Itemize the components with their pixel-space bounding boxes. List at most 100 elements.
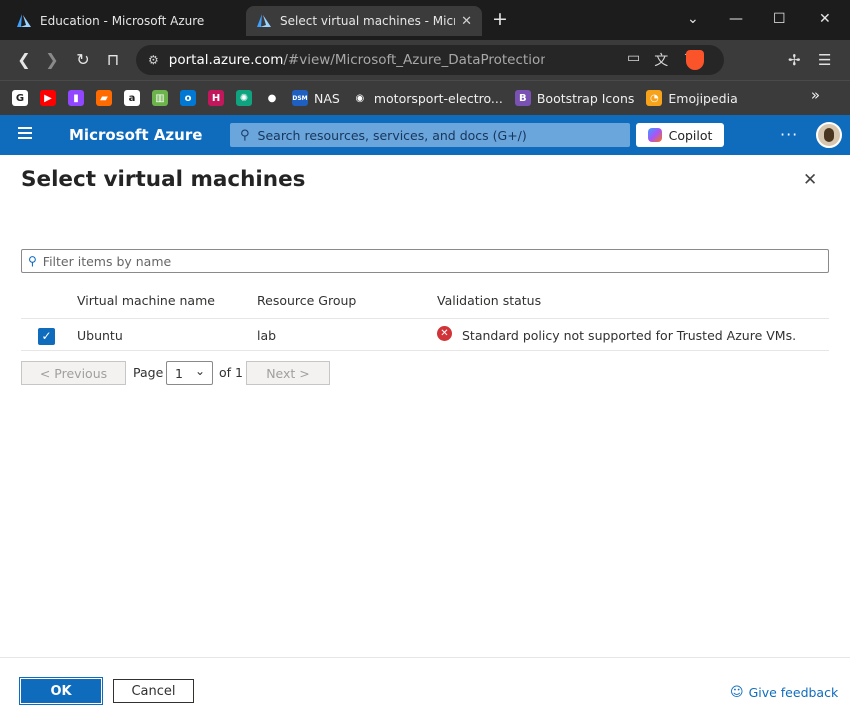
chevron-down-icon[interactable]: ⌄ — [687, 10, 699, 28]
site-info-icon[interactable]: ⚙ — [148, 53, 159, 67]
column-header-resource-group[interactable]: Resource Group — [257, 293, 356, 308]
validation-status-cell: Standard policy not supported for Truste… — [462, 328, 797, 343]
google-icon: G — [12, 90, 28, 106]
bookmark-item[interactable]: ◉ motorsport-electro... — [351, 90, 503, 106]
bookmark-label: NAS — [314, 90, 340, 106]
bookmark-item[interactable]: B Bootstrap Icons — [514, 90, 635, 106]
page-value: 1 — [175, 365, 183, 381]
azure-logo-icon — [257, 14, 271, 27]
bookmark-item[interactable]: a — [124, 90, 140, 106]
minimize-button[interactable]: — — [729, 10, 743, 28]
bookmark-item[interactable]: ● — [264, 90, 280, 106]
copilot-button[interactable]: Copilot — [636, 123, 724, 147]
error-icon: ✕ — [437, 326, 452, 341]
filter-placeholder: Filter items by name — [42, 253, 172, 269]
bookmark-label: motorsport-electro... — [373, 90, 503, 106]
tab-education[interactable]: Education - Microsoft Azure — [6, 6, 242, 36]
cast-icon[interactable]: ▭ — [627, 50, 640, 70]
more-options-icon[interactable]: ··· — [780, 125, 798, 144]
url-host: portal.azure.com — [168, 52, 284, 68]
bookmark-item[interactable]: o — [180, 90, 196, 106]
twitch-icon: ▮ — [68, 90, 84, 106]
extensions-icon[interactable]: ✢ — [788, 51, 801, 69]
page-select[interactable]: 1 ⌄ — [166, 361, 213, 385]
bookmark-item[interactable]: ✺ — [236, 90, 252, 106]
close-window-button[interactable]: ✕ — [819, 10, 831, 28]
select-vm-blade: Select virtual machines ✕ ⚲ Filter items… — [0, 155, 850, 728]
bookmark-item[interactable]: DSM NAS — [292, 90, 340, 106]
browser-titlebar: Education - Microsoft Azure Select virtu… — [0, 0, 850, 40]
bookmark-icon[interactable]: ⊓ — [103, 50, 123, 70]
chart-app-icon: ▥ — [152, 90, 168, 106]
translate-icon[interactable]: 文 — [654, 50, 668, 70]
back-arrow-icon[interactable]: ❮ — [14, 50, 34, 70]
bookmark-app-icon: ▰ — [96, 90, 112, 106]
youtube-icon: ▶ — [40, 90, 56, 106]
url-bar[interactable]: ⚙ portal.azure.com /#view/Microsoft_Azur… — [136, 45, 724, 75]
next-page-button[interactable]: Next > — [246, 361, 330, 385]
page-count: of 1 — [219, 365, 243, 380]
vm-name-cell: Ubuntu — [77, 328, 123, 343]
bookmark-label: Emojipedia — [668, 90, 738, 106]
menu-icon[interactable]: ☰ — [818, 51, 831, 69]
avatar[interactable] — [816, 122, 842, 148]
filter-search-icon: ⚲ — [28, 254, 37, 268]
forward-arrow-icon[interactable]: ❯ — [42, 50, 62, 70]
previous-page-button[interactable]: < Previous — [21, 361, 126, 385]
reload-icon[interactable]: ↻ — [73, 50, 93, 70]
page-label: Page — [133, 365, 164, 380]
close-tab-icon[interactable]: ✕ — [461, 14, 472, 29]
resource-group-cell: lab — [257, 328, 277, 343]
dsm-icon: DSM — [292, 90, 308, 106]
maximize-button[interactable]: ☐ — [773, 10, 786, 28]
bookmark-item[interactable]: ◔ Emojipedia — [646, 90, 738, 106]
bookmark-item[interactable]: ▰ — [96, 90, 112, 106]
row-checkbox[interactable]: ✓ — [38, 328, 55, 345]
close-icon[interactable]: ✕ — [803, 171, 817, 189]
chevron-down-icon: ⌄ — [194, 364, 205, 378]
filter-input[interactable]: ⚲ Filter items by name — [21, 249, 829, 273]
new-tab-button[interactable]: + — [492, 9, 508, 29]
bookmark-item[interactable]: ▥ — [152, 90, 168, 106]
blade-footer: OK Cancel ☺ Give feedback — [0, 657, 850, 728]
bookmark-item[interactable]: H — [208, 90, 224, 106]
azure-logo-icon — [17, 14, 31, 27]
feedback-icon: ☺ — [730, 685, 744, 700]
bookmark-item[interactable]: G — [12, 90, 28, 106]
bookmark-item[interactable]: ▮ — [68, 90, 84, 106]
azure-brand[interactable]: Microsoft Azure — [69, 126, 202, 144]
tab-select-virtual-machines[interactable]: Select virtual machines - Micros ✕ — [246, 6, 482, 36]
outlook-icon: o — [180, 90, 196, 106]
search-input[interactable]: ⚲ Search resources, services, and docs (… — [230, 123, 630, 147]
globe-icon: ◉ — [351, 90, 368, 106]
column-header-validation-status[interactable]: Validation status — [437, 293, 541, 308]
copilot-label: Copilot — [668, 127, 713, 143]
bookmark-item[interactable]: ▶ — [40, 90, 56, 106]
azure-header: Microsoft Azure ⚲ Search resources, serv… — [0, 115, 850, 155]
h-app-icon: H — [208, 90, 224, 106]
cancel-button[interactable]: Cancel — [113, 679, 194, 703]
url-actions: ▭ 文 ⇪ — [627, 50, 694, 70]
brave-shield-icon[interactable] — [686, 50, 704, 70]
search-icon: ⚲ — [240, 127, 250, 143]
url-path: /#view/Microsoft_Azure_DataProtection/V1… — [283, 52, 546, 68]
table-row[interactable]: ✓ Ubuntu lab ✕ Standard policy not suppo… — [21, 318, 829, 351]
feedback-label: Give feedback — [748, 685, 839, 700]
ok-button[interactable]: OK — [19, 677, 103, 705]
hamburger-menu-icon[interactable] — [18, 127, 32, 139]
give-feedback-link[interactable]: ☺ Give feedback — [730, 685, 838, 700]
emojipedia-icon: ◔ — [646, 90, 663, 106]
copilot-icon — [647, 128, 662, 142]
chatgpt-icon: ✺ — [236, 90, 252, 106]
column-header-vm-name[interactable]: Virtual machine name — [77, 293, 215, 308]
bookmark-label: Bootstrap Icons — [536, 90, 635, 106]
amazon-icon: a — [124, 90, 140, 106]
bookmarks-bar: G ▶ ▮ ▰ a ▥ o H ✺ ● DSM NAS ◉ motorsport-electro... B B… — [0, 80, 850, 115]
page-title: Select virtual machines — [21, 167, 306, 192]
bootstrap-icon: B — [514, 90, 531, 106]
search-placeholder: Search resources, services, and docs (G+… — [257, 127, 527, 143]
more-bookmarks-icon[interactable]: » — [811, 86, 820, 104]
github-icon: ● — [264, 90, 280, 106]
tab-title: Education - Microsoft Azure — [40, 14, 205, 28]
tab-title: Select virtual machines - Micros — [280, 14, 456, 28]
